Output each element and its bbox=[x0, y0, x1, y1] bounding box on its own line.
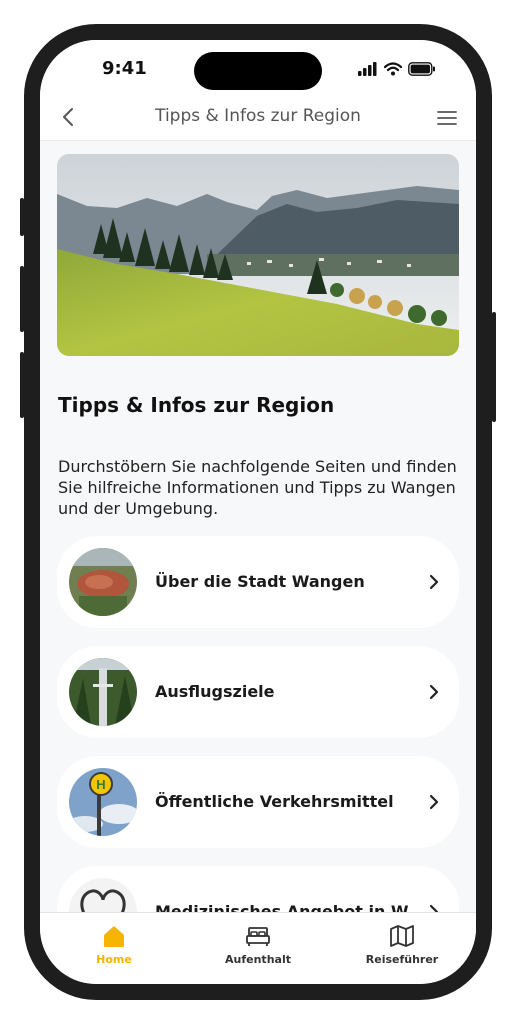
battery-icon bbox=[408, 62, 435, 76]
list-item-verkehrsmittel[interactable]: H Öffentliche Verkehrsmittel bbox=[57, 756, 459, 848]
signal-icon bbox=[358, 62, 377, 76]
svg-text:H: H bbox=[96, 777, 105, 792]
status-icons bbox=[358, 62, 436, 76]
page-heading: Tipps & Infos zur Region bbox=[58, 393, 335, 417]
list-item-label: Ausflugsziele bbox=[155, 682, 275, 701]
hero-image bbox=[57, 154, 459, 356]
bottom-tab-bar: Home Aufenthalt Reiseführer bbox=[40, 912, 476, 984]
tab-label: Home bbox=[96, 953, 132, 966]
top-nav-bar: Tipps & Infos zur Region bbox=[40, 102, 476, 141]
screen: 9:41 Tipps & Infos zur Region Tipps & In… bbox=[40, 40, 476, 984]
tab-reisefuehrer[interactable]: Reiseführer bbox=[342, 923, 462, 966]
thumbnail-excursion bbox=[69, 658, 137, 726]
thumbnail-town bbox=[69, 548, 137, 616]
menu-icon[interactable] bbox=[436, 108, 458, 128]
volume-down-button bbox=[20, 352, 24, 418]
list-item-label: Öffentliche Verkehrsmittel bbox=[155, 792, 394, 811]
status-time: 9:41 bbox=[102, 58, 147, 79]
power-button bbox=[492, 312, 496, 422]
thumbnail-bus-stop: H bbox=[69, 768, 137, 836]
chevron-right-icon bbox=[429, 574, 439, 590]
chevron-right-icon bbox=[429, 794, 439, 810]
bed-icon bbox=[246, 927, 270, 946]
tab-aufenthalt[interactable]: Aufenthalt bbox=[198, 923, 318, 966]
list-item-ausflugsziele[interactable]: Ausflugsziele bbox=[57, 646, 459, 738]
home-icon bbox=[104, 926, 124, 947]
side-button bbox=[20, 198, 24, 236]
volume-up-button bbox=[20, 266, 24, 332]
chevron-right-icon bbox=[429, 684, 439, 700]
intro-text: Durchstöbern Sie nachfolgende Seiten und… bbox=[58, 457, 457, 518]
nav-title: Tipps & Infos zur Region bbox=[155, 106, 361, 126]
back-icon[interactable] bbox=[58, 106, 80, 128]
tab-label: Reiseführer bbox=[365, 953, 439, 966]
list-item-label: Über die Stadt Wangen bbox=[155, 572, 365, 591]
tab-label: Aufenthalt bbox=[225, 953, 291, 966]
wifi-icon bbox=[384, 62, 402, 76]
map-icon bbox=[390, 925, 414, 947]
tab-home[interactable]: Home bbox=[54, 923, 174, 966]
status-bar: 9:41 bbox=[40, 40, 476, 102]
dynamic-island bbox=[194, 52, 322, 90]
list-item-stadt-wangen[interactable]: Über die Stadt Wangen bbox=[57, 536, 459, 628]
